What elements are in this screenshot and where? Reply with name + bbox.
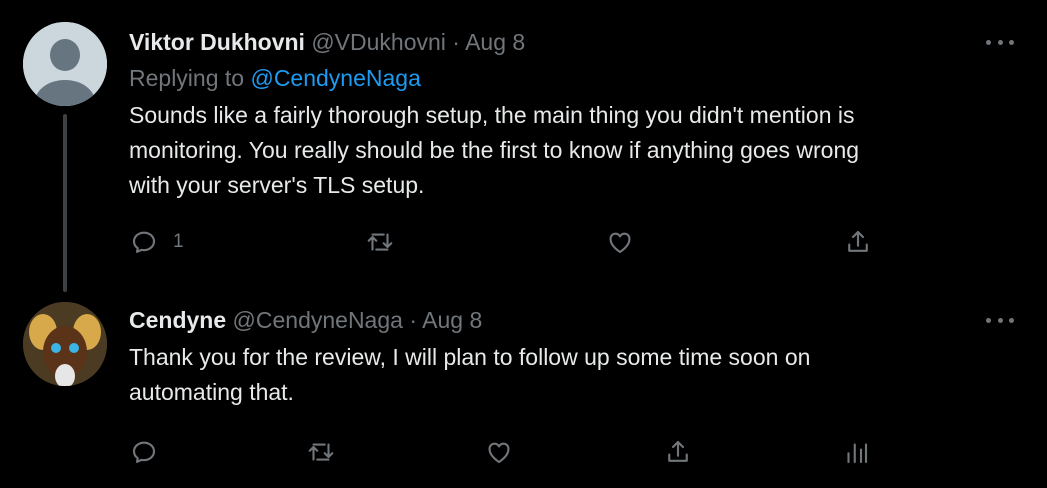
reply-icon [132,231,156,253]
retweet-icon [367,233,393,251]
retweet-button[interactable] [306,432,336,472]
tweet-date[interactable]: Aug 8 [465,29,525,55]
author-name[interactable]: Viktor Dukhovni [129,29,305,55]
action-bar: 1 [129,222,1007,262]
share-icon [848,230,868,252]
tweet-viktor[interactable]: Viktor Dukhovni @VDukhovni · Aug 8 Reply… [0,0,1047,290]
default-avatar-icon [23,22,107,106]
like-icon [488,442,510,464]
replying-to: Replying to @CendyneNaga [129,62,987,94]
avatar-image [23,302,107,386]
separator: · [452,29,460,55]
like-button[interactable] [484,432,514,472]
replying-to-handle[interactable]: @CendyneNaga [250,65,420,91]
author-name[interactable]: Cendyne [129,307,226,333]
tweet-text-line: with your server's TLS setup. [129,172,425,198]
reply-count: 1 [173,231,184,252]
author-handle[interactable]: @CendyneNaga [233,307,403,333]
reply-button[interactable] [129,432,159,472]
tweet-header: Cendyne @CendyneNaga · Aug 8 [129,304,987,336]
like-icon [609,232,631,254]
tweet-cendyne[interactable]: Cendyne @CendyneNaga · Aug 8 Thank you f… [0,290,1047,488]
author-handle[interactable]: @VDukhovni [311,29,446,55]
replying-prefix: Replying to [129,65,245,91]
avatar[interactable] [23,22,107,106]
tweet-text-line: automating that. [129,379,294,405]
like-button[interactable] [605,222,635,262]
more-options-icon[interactable] [986,310,1014,330]
tweet-header: Viktor Dukhovni @VDukhovni · Aug 8 [129,26,987,58]
share-button[interactable] [843,222,873,262]
more-options-icon[interactable] [986,32,1014,52]
separator: · [409,307,417,333]
tweet-text: Sounds like a fairly thorough setup, the… [129,98,987,203]
retweet-icon [308,443,334,461]
avatar[interactable] [23,302,107,386]
tweet-text-line: Thank you for the review, I will plan to… [129,344,811,370]
reply-icon [132,441,156,463]
analytics-icon [847,443,868,464]
share-icon [668,440,688,462]
reply-button[interactable]: 1 [129,222,184,262]
tweet-text: Thank you for the review, I will plan to… [129,340,987,410]
action-bar [129,432,1007,472]
tweet-text-line: monitoring. You really should be the fir… [129,137,860,163]
tweet-text-line: Sounds like a fairly thorough setup, the… [129,102,855,128]
analytics-button[interactable] [841,432,871,472]
tweet-date[interactable]: Aug 8 [422,307,482,333]
retweet-button[interactable] [365,222,395,262]
share-button[interactable] [663,432,693,472]
